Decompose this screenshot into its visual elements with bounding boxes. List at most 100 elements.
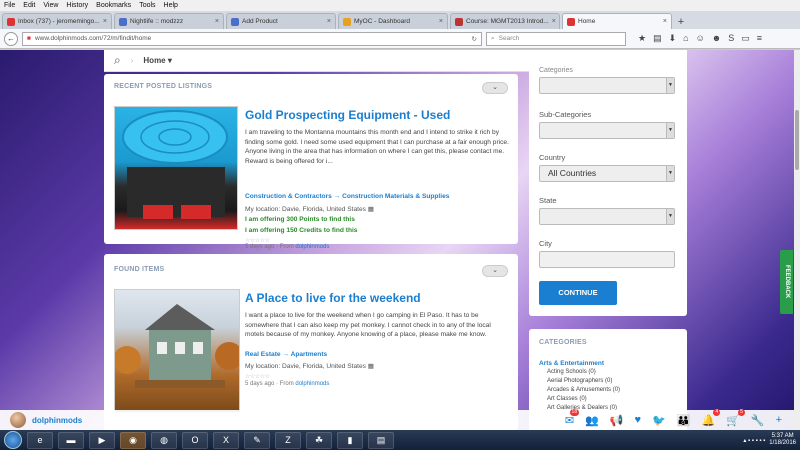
section-title: CATEGORIES bbox=[539, 339, 587, 346]
add-icon[interactable]: + bbox=[776, 414, 782, 427]
notifications-icon[interactable]: 🔔 4 bbox=[701, 408, 721, 427]
collapse-toggle[interactable]: ⌄ bbox=[482, 265, 508, 277]
member-icons: ✉ 18 👥 📢 ♥ 🐦 👪 🔔 4 🛒 5 🔧 + bbox=[565, 408, 794, 427]
twitter-icon[interactable]: 🐦 bbox=[652, 414, 666, 427]
folder-icon[interactable]: ▬ bbox=[58, 431, 84, 449]
author-link[interactable]: dolphinmods bbox=[295, 244, 329, 250]
breadcrumb[interactable]: Home ▾ bbox=[143, 56, 171, 65]
skype-icon[interactable]: S bbox=[728, 33, 734, 44]
back-button[interactable]: ← bbox=[4, 31, 18, 46]
rating-stars[interactable]: ☆☆☆☆☆ bbox=[245, 237, 270, 244]
avatar[interactable] bbox=[10, 412, 26, 428]
outlook-icon[interactable]: O bbox=[182, 431, 208, 449]
category-item[interactable]: Aerial Photographers (0) bbox=[547, 378, 612, 384]
city-input[interactable] bbox=[539, 251, 675, 268]
country-select[interactable]: All Countries ▼ bbox=[539, 165, 675, 182]
rating-stars[interactable]: ☆☆☆☆☆ bbox=[245, 373, 270, 380]
feedback-tab[interactable]: FEEDBACK bbox=[780, 250, 793, 314]
frog-icon[interactable]: ☘ bbox=[306, 431, 332, 449]
close-icon[interactable]: × bbox=[215, 18, 219, 25]
notepad-icon[interactable]: ▤ bbox=[368, 431, 394, 449]
chrome-icon[interactable]: ◍ bbox=[151, 431, 177, 449]
ie-icon[interactable]: e bbox=[27, 431, 53, 449]
listing-category-link[interactable]: Real Estate → Apartments bbox=[245, 351, 327, 358]
new-tab-button[interactable]: + bbox=[674, 15, 688, 29]
collapse-toggle[interactable]: ⌄ bbox=[482, 82, 508, 94]
state-select[interactable]: ▼ bbox=[539, 208, 675, 225]
listing-image[interactable] bbox=[113, 289, 243, 413]
friends-icon[interactable]: 👥 bbox=[585, 414, 599, 427]
category-heading[interactable]: Arts & Entertainment bbox=[539, 360, 604, 367]
paint-icon[interactable]: ✎ bbox=[244, 431, 270, 449]
continue-button[interactable]: CONTINUE bbox=[539, 281, 617, 305]
clock[interactable]: 5:37 AM 1/18/2016 bbox=[769, 433, 796, 447]
author-link[interactable]: dolphinmods bbox=[295, 381, 329, 387]
category-item[interactable]: Arcades & Amusements (0) bbox=[547, 387, 620, 393]
listing-location: My location: Davie, Florida, United Stat… bbox=[245, 205, 374, 213]
search-input[interactable]: ⌕ Search bbox=[486, 31, 626, 46]
tab-nightlife[interactable]: Nightlife :: modzzz × bbox=[114, 13, 224, 29]
scrollbar[interactable] bbox=[794, 50, 800, 430]
tab-myoc[interactable]: MyOC - Dashboard × bbox=[338, 13, 448, 29]
site-icon bbox=[231, 17, 239, 26]
listing-title[interactable]: A Place to live for the weekend bbox=[245, 291, 421, 305]
close-icon[interactable]: × bbox=[663, 18, 667, 25]
tray-icons[interactable]: ▴ ▪ ▪ ▪ ▪ ▪ bbox=[743, 437, 765, 444]
menu-bar: File Edit View History Bookmarks Tools H… bbox=[0, 0, 800, 11]
country-value: All Countries bbox=[548, 168, 597, 178]
menu-bookmarks[interactable]: Bookmarks bbox=[96, 0, 131, 11]
url-bar[interactable]: ■ www.dolphinmods.com/72/m/findit/home ↻ bbox=[22, 31, 482, 46]
subcategories-label: Sub-Categories bbox=[539, 110, 592, 119]
start-button[interactable] bbox=[4, 431, 22, 449]
search-icon[interactable]: ⌕ bbox=[114, 53, 121, 68]
category-item[interactable]: Art Classes (0) bbox=[547, 396, 587, 402]
categories-select[interactable]: ▼ bbox=[539, 77, 675, 94]
megaphone-icon[interactable]: 📢 bbox=[610, 414, 624, 427]
section-title: FOUND ITEMS bbox=[114, 266, 165, 273]
system-tray: ▴ ▪ ▪ ▪ ▪ ▪ 5:37 AM 1/18/2016 bbox=[743, 433, 800, 447]
bookmark-star-icon[interactable]: ★ bbox=[638, 33, 646, 44]
wrench-icon[interactable]: 🔧 bbox=[751, 414, 765, 427]
menu-view[interactable]: View bbox=[43, 0, 58, 11]
tab-add-product[interactable]: Add Product × bbox=[226, 13, 336, 29]
media-player-icon[interactable]: ▶ bbox=[89, 431, 115, 449]
mail-icon[interactable]: ✉ 18 bbox=[565, 408, 580, 427]
terminal-icon[interactable]: ▮ bbox=[337, 431, 363, 449]
close-icon[interactable]: × bbox=[103, 18, 107, 25]
chat-icon[interactable]: ☺ bbox=[696, 33, 705, 44]
listing-image[interactable] bbox=[114, 106, 238, 230]
groups-icon[interactable]: 👪 bbox=[677, 414, 691, 427]
username-link[interactable]: dolphinmods bbox=[32, 416, 82, 425]
notifications-badge: 4 bbox=[713, 408, 721, 416]
close-icon[interactable]: × bbox=[327, 18, 331, 25]
emoji-icon[interactable]: ☻ bbox=[712, 33, 721, 44]
listing-category-link[interactable]: Construction & Contractors → Constructio… bbox=[245, 193, 449, 200]
site-identity-icon[interactable]: ■ bbox=[27, 35, 31, 42]
menu-edit[interactable]: Edit bbox=[23, 0, 35, 11]
bookmarks-list-icon[interactable]: ▤ bbox=[653, 33, 662, 44]
tab-gmail[interactable]: Inbox (737) - jeromemingo... × bbox=[2, 13, 112, 29]
category-item[interactable]: Acting Schools (0) bbox=[547, 369, 596, 375]
close-icon[interactable]: × bbox=[439, 18, 443, 25]
filter-panel: Categories ▼ Sub-Categories ▼ Country Al… bbox=[529, 50, 687, 316]
home-icon[interactable]: ⌂ bbox=[683, 33, 688, 44]
firefox-icon[interactable]: ◉ bbox=[120, 431, 146, 449]
menu-icon[interactable]: ≡ bbox=[757, 33, 762, 44]
menu-help[interactable]: Help bbox=[164, 0, 178, 11]
listing-title[interactable]: Gold Prospecting Equipment - Used bbox=[245, 108, 450, 122]
menu-file[interactable]: File bbox=[4, 0, 15, 11]
excel-icon[interactable]: X bbox=[213, 431, 239, 449]
heart-icon[interactable]: ♥ bbox=[635, 414, 642, 427]
scrollbar-thumb[interactable] bbox=[795, 110, 799, 170]
reload-icon[interactable]: ↻ bbox=[472, 35, 477, 43]
subcategories-select[interactable]: ▼ bbox=[539, 122, 675, 139]
download-icon[interactable]: ⬇ bbox=[669, 33, 677, 44]
close-icon[interactable]: × bbox=[552, 18, 556, 25]
tab-course[interactable]: Course: MGMT2013 Introd... × bbox=[450, 13, 560, 29]
menu-history[interactable]: History bbox=[66, 0, 88, 11]
cart-icon[interactable]: 🛒 5 bbox=[726, 408, 745, 427]
cast-icon[interactable]: ▭ bbox=[741, 33, 750, 44]
menu-tools[interactable]: Tools bbox=[139, 0, 155, 11]
tab-home[interactable]: Home × bbox=[562, 13, 672, 29]
filezilla-icon[interactable]: Z bbox=[275, 431, 301, 449]
